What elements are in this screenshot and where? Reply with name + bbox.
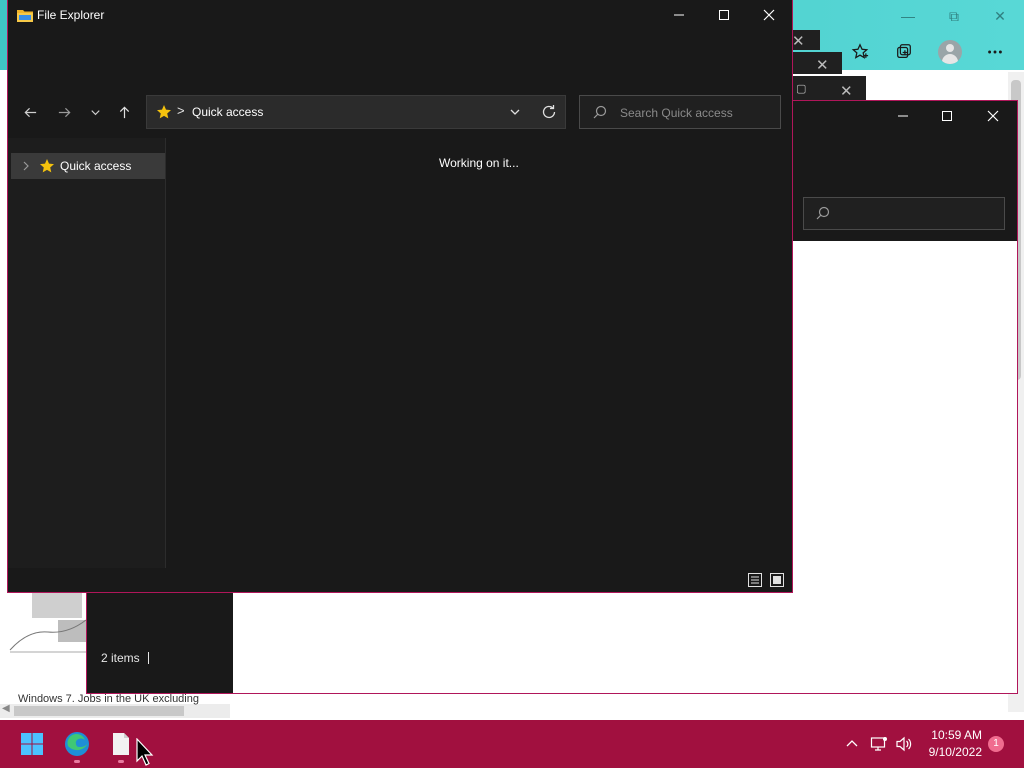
arrow-left-icon <box>23 107 36 117</box>
window-title: File Explorer <box>37 8 105 22</box>
page-chart-thumbnail <box>9 590 88 653</box>
file-explorer-window: File Explorer > Quick access Search Quic… <box>7 0 793 593</box>
edge-close-button[interactable]: ✕ <box>980 6 1020 26</box>
search-input[interactable]: Search Quick access <box>579 95 781 129</box>
running-indicator <box>74 760 80 763</box>
page-text: Windows 7. Jobs in the UK excluding <box>18 693 199 705</box>
edge-hscroll-thumb[interactable] <box>14 706 184 716</box>
close-icon: ✕ <box>816 57 829 74</box>
chevron-right-icon[interactable] <box>21 160 31 172</box>
recent-locations-button[interactable] <box>83 100 107 124</box>
fe2-maximize-button[interactable] <box>925 105 969 127</box>
navigation-pane <box>8 138 166 568</box>
scroll-left-arrow-icon[interactable]: ◀ <box>2 703 10 714</box>
sidebar-item-quick-access[interactable]: Quick access <box>11 153 165 179</box>
forward-button[interactable] <box>52 100 76 124</box>
edge-icon[interactable] <box>63 730 91 758</box>
close-icon <box>763 9 775 21</box>
breadcrumb-separator: > <box>177 103 185 118</box>
search-icon <box>816 206 830 220</box>
windows-start-icon[interactable] <box>18 730 46 758</box>
text-caret <box>148 652 149 664</box>
item-count-status: 2 items <box>101 651 140 665</box>
notification-badge[interactable]: 1 <box>988 736 1004 752</box>
arrow-right-icon <box>58 107 71 117</box>
maximize-icon: ▢ <box>796 83 807 95</box>
arrow-up-icon <box>119 105 129 118</box>
search-placeholder: Search Quick access <box>620 106 733 120</box>
more-options-icon[interactable] <box>981 40 1009 64</box>
volume-icon[interactable] <box>894 734 914 754</box>
chevron-up-icon[interactable] <box>842 734 862 754</box>
file-icon[interactable] <box>107 730 135 758</box>
edge-minimize-button[interactable]: — <box>888 6 928 26</box>
maximize-icon <box>719 10 729 20</box>
running-indicator <box>118 760 124 763</box>
large-icons-view-icon[interactable] <box>769 572 785 588</box>
maximize-button[interactable] <box>702 4 746 26</box>
chevron-down-icon <box>90 109 100 115</box>
minimize-button[interactable] <box>657 4 701 26</box>
breadcrumb-current[interactable]: Quick access <box>192 105 263 119</box>
close-icon: ✕ <box>792 33 805 50</box>
loading-status: Working on it... <box>439 156 519 170</box>
network-icon[interactable] <box>869 734 889 754</box>
favorites-icon[interactable] <box>846 40 874 64</box>
search-icon <box>593 105 607 119</box>
sidebar-item-label: Quick access <box>60 159 132 173</box>
refresh-icon[interactable] <box>540 103 558 121</box>
mouse-cursor-icon <box>136 738 154 766</box>
folder-icon <box>17 10 33 22</box>
minimize-icon <box>674 14 684 16</box>
star-icon <box>157 105 171 119</box>
fe2-search-input[interactable] <box>803 197 1005 230</box>
fe2-close-button[interactable] <box>971 105 1015 127</box>
fe2-minimize-button[interactable] <box>881 105 925 127</box>
close-icon: ✕ <box>840 83 853 100</box>
close-button[interactable] <box>747 4 791 26</box>
chevron-down-icon[interactable] <box>507 104 523 120</box>
profile-avatar[interactable] <box>938 40 962 64</box>
address-bar[interactable]: > Quick access <box>146 95 566 129</box>
edge-restore-button[interactable]: ⧉ <box>934 6 974 26</box>
clock-date[interactable]: 9/10/2022 <box>922 745 982 759</box>
collections-icon[interactable] <box>890 40 918 64</box>
details-view-icon[interactable] <box>747 572 763 588</box>
clock-time[interactable]: 10:59 AM <box>930 728 982 742</box>
star-icon <box>40 159 54 173</box>
up-button[interactable] <box>112 100 136 124</box>
back-button[interactable] <box>18 100 42 124</box>
